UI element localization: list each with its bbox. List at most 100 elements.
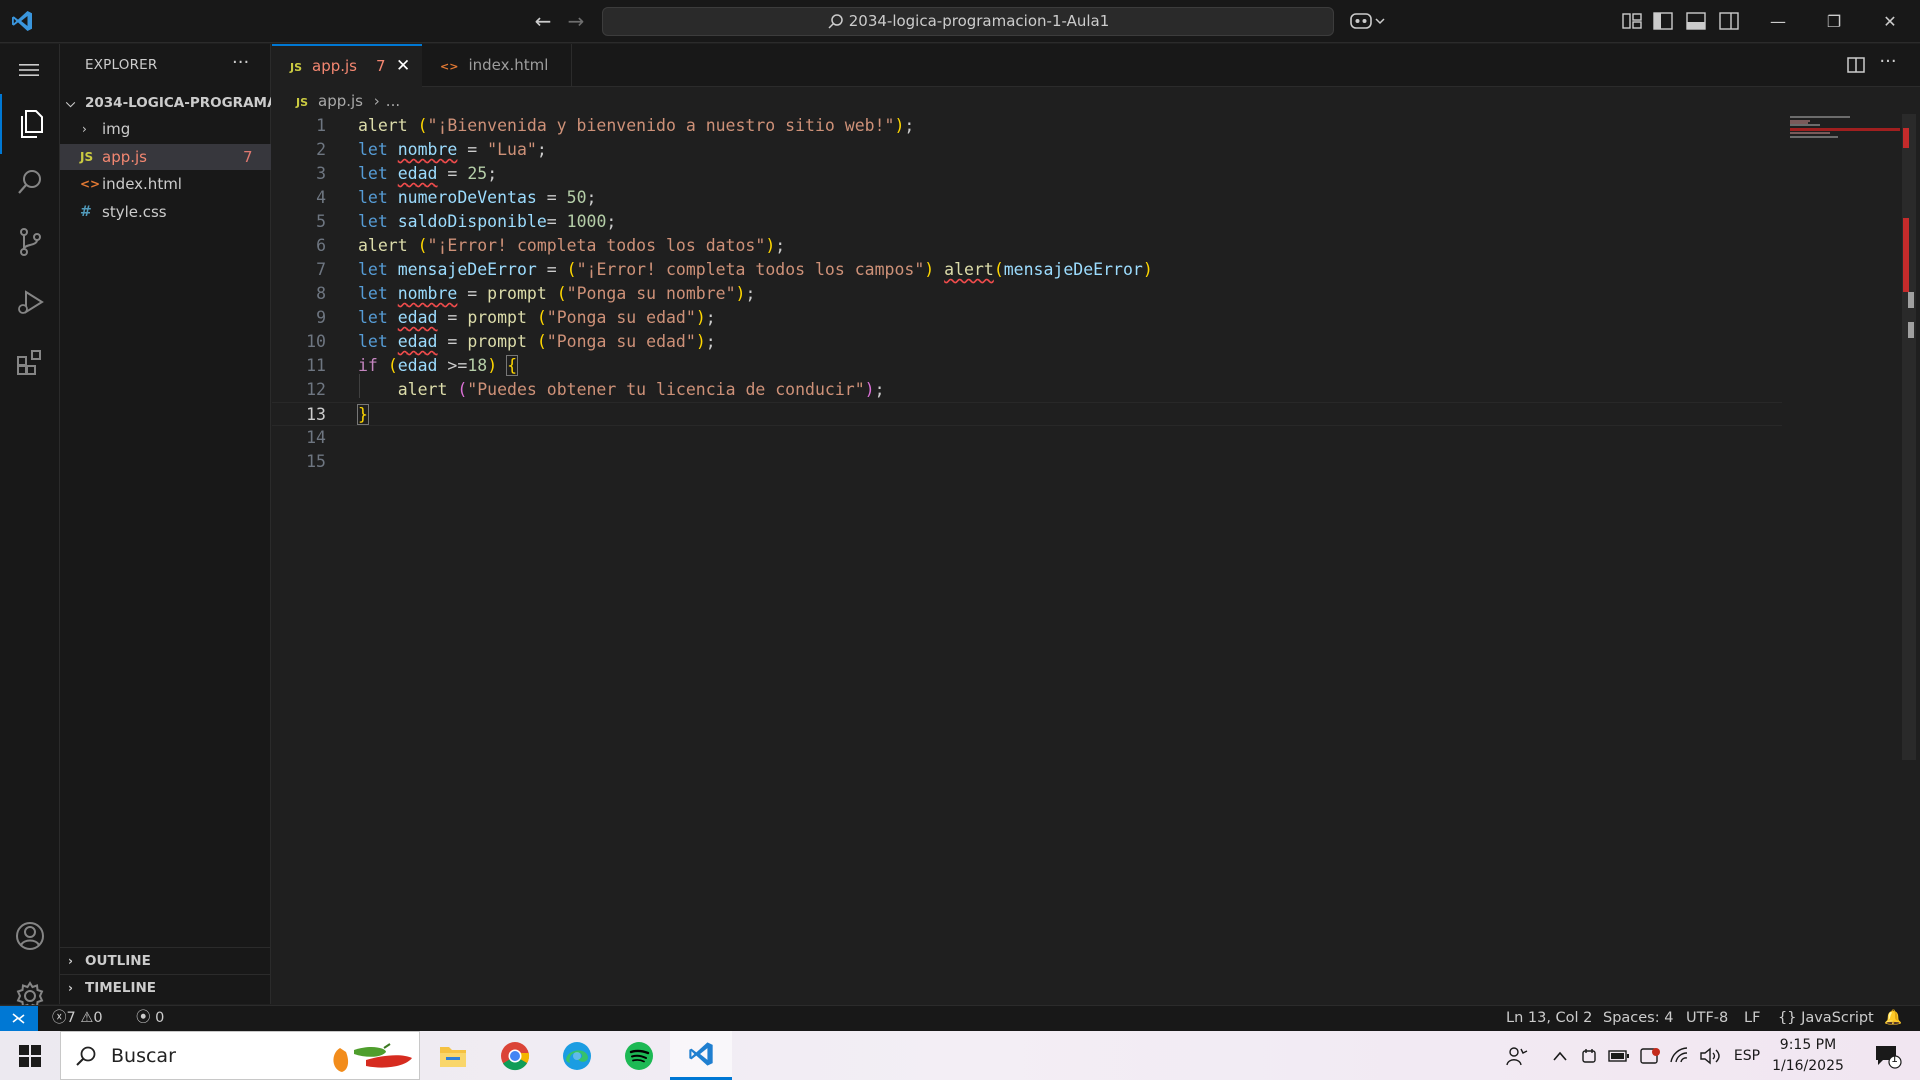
people-icon[interactable] <box>1500 1031 1534 1080</box>
close-tab-icon[interactable]: ✕ <box>396 46 410 87</box>
toggle-primary-sidebar-icon[interactable] <box>1652 11 1674 31</box>
vscode-logo-icon <box>12 11 32 31</box>
menu-button[interactable] <box>0 46 60 94</box>
code-line: 4 let numeroDeVentas = 50; <box>316 188 597 207</box>
windows-logo-icon <box>19 1044 41 1067</box>
code-line-current: 13} <box>272 402 1782 426</box>
outline-section[interactable]: › OUTLINE <box>60 947 271 973</box>
cursor-position[interactable]: Ln 13, Col 2 <box>1506 1006 1592 1031</box>
account-icon <box>16 922 44 950</box>
search-activity[interactable] <box>0 158 60 206</box>
input-language[interactable]: ESP <box>1728 1031 1766 1080</box>
taskbar-file-explorer[interactable] <box>422 1031 484 1080</box>
minimize-button[interactable]: — <box>1750 0 1806 43</box>
back-arrow-icon[interactable]: ← <box>532 10 554 32</box>
wifi-icon[interactable] <box>1666 1031 1694 1080</box>
tree-item-index-html[interactable]: <> index.html <box>60 171 271 197</box>
code-line: 5 let saldoDisponible= 1000; <box>316 212 617 231</box>
chili-peppers-icon <box>333 1043 412 1072</box>
meet-now-icon[interactable] <box>1576 1031 1602 1080</box>
copilot-menu[interactable] <box>1349 10 1389 32</box>
warning-icon: ⚠ <box>80 1010 94 1026</box>
editor-scrollbar[interactable] <box>1902 114 1916 760</box>
taskbar-search[interactable]: Buscar <box>60 1031 420 1080</box>
timeline-section[interactable]: › TIMELINE <box>60 974 271 1000</box>
chevron-right-icon: › <box>68 981 73 995</box>
code-line: 6 alert ("¡Error! completa todos los dato… <box>316 236 786 255</box>
run-debug-activity[interactable] <box>0 278 60 326</box>
edge-icon <box>563 1041 591 1070</box>
accounts-activity[interactable] <box>0 912 60 960</box>
clock-time: 9:15 PM <box>1779 1037 1837 1053</box>
volume-icon[interactable] <box>1696 1031 1724 1080</box>
chevron-right-icon: › <box>82 122 87 136</box>
indent-guide <box>359 374 360 398</box>
code-line: 7 let mensajeDeError = ("¡Error! completa… <box>316 260 1153 279</box>
source-control-activity[interactable] <box>0 218 60 266</box>
tab-label: app.js <box>312 57 358 75</box>
chevron-down-icon: ⌵ <box>66 96 76 110</box>
taskbar-spotify[interactable] <box>608 1031 670 1080</box>
minimap[interactable] <box>1790 114 1900 144</box>
clock-date: 1/16/2025 <box>1772 1058 1844 1074</box>
explorer-more-actions[interactable]: ··· <box>232 52 249 73</box>
breadcrumb-file[interactable]: app.js <box>318 92 363 110</box>
ports-status[interactable]: ⦿ 0 <box>136 1006 164 1031</box>
split-editor-icon[interactable] <box>1845 54 1867 76</box>
tab-app-js[interactable]: JS app.js 7 ✕ <box>272 44 422 87</box>
explorer-sidebar: EXPLORER ··· ⌵ 2034-LOGICA-PROGRAMA... ›… <box>60 44 271 1004</box>
battery-icon[interactable] <box>1604 1031 1634 1080</box>
toggle-secondary-sidebar-icon[interactable] <box>1718 11 1740 31</box>
explorer-activity[interactable] <box>0 94 60 154</box>
restore-button[interactable]: ❐ <box>1806 0 1862 43</box>
eol-status[interactable]: LF <box>1744 1006 1760 1031</box>
vscode-icon <box>689 1042 713 1066</box>
language-mode[interactable]: {} JavaScript <box>1778 1006 1874 1031</box>
notifications-bell-icon[interactable]: 🔔 <box>1884 1006 1902 1031</box>
workspace-title: 2034-logica-programacion-1-Aula1 <box>848 12 1110 30</box>
run-debug-icon <box>18 290 44 314</box>
activity-bar <box>0 44 60 1011</box>
show-hidden-icons-chevron-icon[interactable] <box>1546 1031 1574 1080</box>
taskbar-search-text: Buscar <box>111 1045 176 1067</box>
code-editor[interactable]: 1 alert ("¡Bienvenida y bienvenido a nues… <box>272 114 1782 1004</box>
close-window-button[interactable]: ✕ <box>1862 0 1918 43</box>
code-line: 10 let edad = prompt ("Ponga su edad"); <box>306 332 716 351</box>
tree-item-label: img <box>102 120 131 138</box>
explorer-title: EXPLORER <box>85 57 158 73</box>
title-bar: ← → 2034-logica-programacion-1-Aula1 — ❐… <box>0 0 1920 43</box>
tree-item-img[interactable]: › img <box>60 116 271 142</box>
more-actions-icon[interactable]: ··· <box>1877 53 1899 76</box>
extensions-icon <box>17 350 41 375</box>
tree-item-label: index.html <box>102 175 182 193</box>
tab-index-html[interactable]: <> index.html <box>422 44 572 87</box>
indentation-status[interactable]: Spaces: 4 <box>1603 1006 1673 1031</box>
breadcrumb-symbol[interactable]: ... <box>386 92 400 110</box>
tree-item-style-css[interactable]: # style.css <box>60 199 271 225</box>
windows-taskbar: Buscar ESP 9:15 PM 1/16/2025 1 <box>0 1031 1920 1080</box>
remote-indicator[interactable] <box>0 1006 38 1031</box>
outline-label: OUTLINE <box>85 953 151 969</box>
encoding-status[interactable]: UTF-8 <box>1686 1006 1728 1031</box>
taskbar-vscode[interactable] <box>670 1031 732 1080</box>
toggle-panel-icon[interactable] <box>1685 11 1707 31</box>
workspace-folder[interactable]: ⌵ 2034-LOGICA-PROGRAMA... <box>60 91 271 115</box>
editor-tabs: JS app.js 7 ✕ <> index.html ··· <box>272 44 1920 87</box>
tab-label: index.html <box>468 56 549 74</box>
tree-item-app-js[interactable]: JS app.js 7 <box>60 144 271 170</box>
start-button[interactable] <box>0 1031 60 1080</box>
customize-layout-icon[interactable] <box>1621 11 1643 31</box>
taskbar-edge[interactable] <box>546 1031 608 1080</box>
problems-status[interactable]: ⓧ7 ⚠0 <box>52 1006 103 1031</box>
forward-arrow-icon[interactable]: → <box>565 10 587 32</box>
code-line: 15 <box>306 452 326 471</box>
notification-center[interactable]: 1 <box>1866 1031 1910 1080</box>
command-center-search[interactable]: 2034-logica-programacion-1-Aula1 <box>602 7 1334 36</box>
taskbar-chrome[interactable] <box>484 1031 546 1080</box>
code-line: 1 alert ("¡Bienvenida y bienvenido a nues… <box>316 116 915 135</box>
extensions-activity[interactable] <box>0 338 60 386</box>
taskbar-clock[interactable]: 9:15 PM 1/16/2025 <box>1766 1035 1850 1077</box>
remote-icon <box>12 1013 25 1024</box>
search-icon <box>828 13 843 29</box>
security-center-icon[interactable] <box>1636 1031 1664 1080</box>
